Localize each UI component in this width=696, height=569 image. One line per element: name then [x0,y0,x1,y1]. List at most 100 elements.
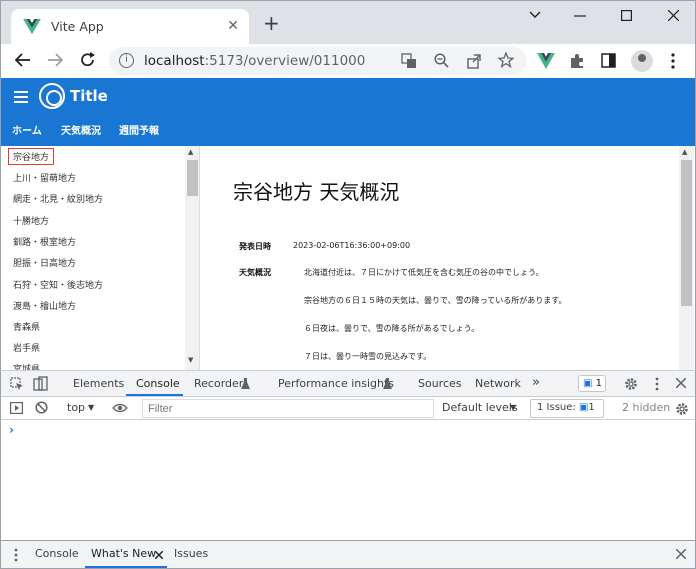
message-icon: ▣ [578,402,589,413]
close-devtools-icon[interactable] [676,378,686,388]
vue-devtools-extension-icon[interactable] [537,53,555,69]
browser-toolbar: i localhost:5173/overview/011000 [0,44,696,78]
list-item[interactable]: 上川・留萌地方 [13,171,76,184]
list-item[interactable]: 岩手県 [13,341,40,354]
tab-console[interactable]: Console [136,377,180,390]
settings-gear-icon[interactable] [624,377,638,391]
extensions-puzzle-icon[interactable] [569,53,585,69]
list-item[interactable]: 宗谷地方 [8,148,55,165]
console-filter-bar: top ▼ Default levels ▼ 1 Issue: ▣1 2 hid… [0,396,696,420]
active-drawer-tab-indicator [85,566,167,568]
show-sidebar-icon[interactable] [10,402,23,414]
maximize-icon[interactable] [621,10,632,21]
site-info-icon[interactable]: i [119,53,134,68]
browser-tab-strip: Vite App ✕ + [0,0,696,45]
flask-icon [241,378,250,389]
main-scrollbar[interactable]: ▲ [679,146,694,370]
region-list: 宗谷地方 上川・留萌地方 網走・北見・紋別地方 十勝地方 釧路・根室地方 胆振・… [0,146,200,370]
vue-logo-icon [23,19,41,35]
close-tab-icon[interactable] [155,551,163,559]
nav-weekly-forecast[interactable]: 週間予報 [119,122,159,137]
message-icon: ▣ [583,378,593,389]
overview-line: 宗谷地方の６日１５時の天気は、曇りで、雪の降っている所があります。 [304,296,567,305]
main-content: 宗谷地方 天気概況 発表日時 2023-02-06T16:36:00+09:00… [200,146,696,370]
list-item[interactable]: 胆振・日高地方 [13,256,76,269]
minimize-icon[interactable] [574,15,586,17]
overview-line: ７日は、曇り一時雪の見込みです。 [304,352,432,361]
close-drawer-icon[interactable] [676,549,686,559]
new-tab-button[interactable]: + [263,13,280,33]
url-text[interactable]: localhost:5173/overview/011000 [144,53,365,69]
published-label: 発表日時 [239,242,271,251]
page-title: 宗谷地方 天気概況 [233,180,400,204]
overview-label: 天気概況 [239,268,271,277]
chrome-menu-icon[interactable] [671,53,675,69]
issues-badge[interactable]: ▣ 1 [578,375,606,392]
profile-avatar[interactable] [631,50,653,72]
sidebar-scrollbar[interactable]: ▲ ▼ [185,146,199,370]
drawer-menu-icon[interactable] [14,548,18,562]
console-prompt[interactable]: › [9,423,14,437]
back-icon[interactable] [15,53,31,67]
list-item[interactable]: 十勝地方 [13,214,49,227]
drawer-tab-whats-new[interactable]: What's New [91,547,156,560]
nav-home[interactable]: ホーム [12,122,42,137]
drawer-tab-console[interactable]: Console [35,547,79,560]
hidden-count: 2 hidden [622,401,671,414]
close-window-icon[interactable] [668,10,679,21]
reload-icon[interactable] [80,52,96,68]
tab-title: Vite App [51,19,104,34]
chevron-down-icon[interactable]: ▼ [88,403,94,412]
filter-input[interactable] [142,399,434,418]
app-title: Title [70,87,108,105]
overview-line: ６日夜は、曇りで、雪の降る所があるでしょう。 [304,324,480,333]
devtools-drawer: Console What's New Issues [0,540,696,569]
chevron-down-icon[interactable]: ▼ [510,403,516,412]
scroll-up-icon[interactable]: ▲ [188,148,193,156]
app-logo-icon [39,83,65,109]
inspect-element-icon[interactable] [10,377,24,391]
side-panel-icon[interactable] [601,53,616,68]
tab-close-icon[interactable]: ✕ [227,18,239,34]
log-levels-dropdown[interactable]: Default levels [442,401,518,414]
translate-icon[interactable] [401,53,417,69]
devtools-menu-icon[interactable] [655,377,659,391]
list-item[interactable]: 釧路・根室地方 [13,235,76,248]
menu-icon[interactable] [14,91,28,106]
share-icon[interactable] [466,53,482,69]
eye-icon[interactable] [112,403,128,413]
list-item[interactable]: 石狩・空知・後志地方 [13,278,103,291]
drawer-tab-issues[interactable]: Issues [174,547,208,560]
list-item[interactable]: 青森県 [13,320,40,333]
list-item[interactable]: 網走・北見・紋別地方 [13,192,103,205]
nav-overview[interactable]: 天気概況 [61,122,101,137]
published-value: 2023-02-06T16:36:00+09:00 [293,241,411,250]
forward-icon[interactable] [47,53,63,67]
tab-sources[interactable]: Sources [418,377,462,390]
clear-console-icon[interactable] [35,401,48,414]
tab-recorder[interactable]: Recorder [194,377,243,390]
tab-search-chevron-icon[interactable] [529,11,541,19]
bookmark-star-icon[interactable] [498,52,514,68]
address-bar[interactable]: i localhost:5173/overview/011000 [109,47,527,75]
devtools-tab-bar: Elements Console Recorder Performance in… [0,370,696,396]
app-bar: Title ホーム 天気概況 週間予報 [0,78,696,146]
console-output[interactable]: › [0,420,696,540]
scroll-thumb[interactable] [681,160,692,306]
device-toolbar-icon[interactable] [33,376,48,391]
tab-elements[interactable]: Elements [73,377,124,390]
overview-line: 北海道付近は、７日にかけて低気圧を含む気圧の谷の中でしょう。 [304,268,544,277]
scroll-up-icon[interactable]: ▲ [682,148,687,156]
tab-network[interactable]: Network [475,377,521,390]
context-selector[interactable]: top [67,401,85,414]
scroll-down-icon[interactable]: ▼ [188,356,193,364]
more-tabs-icon[interactable]: » [532,375,540,390]
scroll-thumb[interactable] [187,160,198,196]
issues-button[interactable]: 1 Issue: ▣1 [530,399,604,418]
tab-performance-insights[interactable]: Performance insights [278,377,394,390]
list-item[interactable]: 宮城県 [13,362,40,370]
browser-tab[interactable]: Vite App ✕ [11,9,249,45]
console-settings-icon[interactable] [675,402,689,416]
list-item[interactable]: 渡島・檜山地方 [13,299,76,312]
zoom-icon[interactable] [434,53,449,68]
